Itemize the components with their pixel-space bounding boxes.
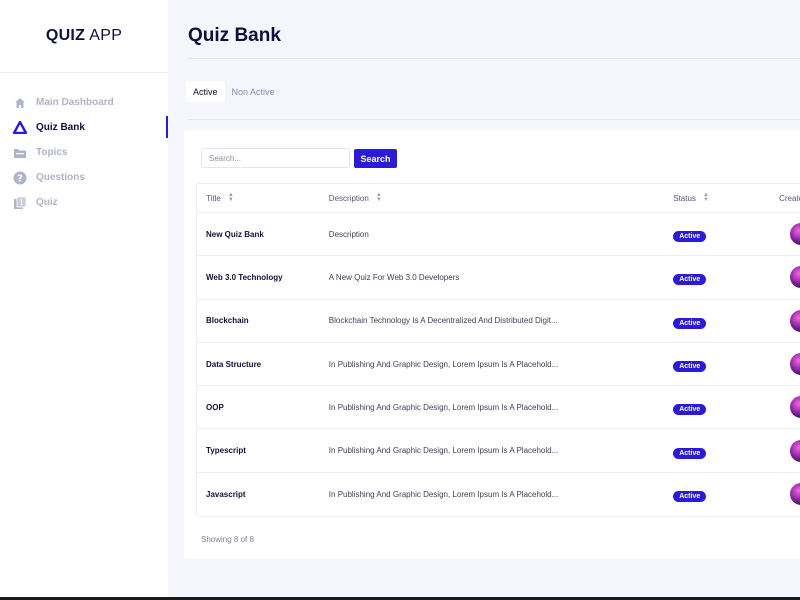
status-badge: Active	[673, 404, 707, 416]
table-row[interactable]: Web 3.0 Technology A New Quiz For Web 3.…	[197, 256, 800, 300]
status-tabs: Active Non Active	[186, 81, 282, 102]
divider	[188, 119, 800, 120]
avatar[interactable]	[790, 353, 800, 376]
logo-rest: APP	[89, 27, 123, 44]
main-content: Quiz Bank Active Non Active Search Title…	[169, 0, 800, 597]
svg-text:?: ?	[17, 173, 23, 184]
header-created[interactable]: Created By	[779, 194, 800, 203]
header-description[interactable]: Description ▲ ▼	[328, 192, 673, 203]
quiz-table: Title ▲▼ Description ▲▼ Status ▲▼ Create…	[196, 183, 800, 518]
row-description: Description	[328, 229, 369, 239]
sidebar: QUIZ APP Main Dashboard Quiz Bank Topics…	[0, 0, 168, 597]
row-title: OOP	[206, 402, 224, 412]
row-title: Data Structure	[206, 359, 262, 369]
svg-text:!: !	[20, 198, 24, 207]
row-description: In Publishing And Graphic Design, Lorem …	[328, 489, 559, 499]
sidebar-item-label: Quiz	[36, 197, 58, 208]
search-button[interactable]: Search	[354, 149, 397, 168]
row-title: Web 3.0 Technology	[206, 272, 283, 282]
table-row[interactable]: Data Structure In Publishing And Graphic…	[197, 343, 800, 387]
sidebar-item-label: Topics	[36, 147, 68, 158]
quiz-icon: !	[12, 195, 28, 211]
row-description: In Publishing And Graphic Design, Lorem …	[328, 446, 559, 456]
status-badge: Active	[673, 491, 707, 503]
header-title[interactable]: Title ▲ ▼	[197, 192, 329, 203]
tab-active[interactable]: Active	[186, 81, 225, 102]
row-title: New Quiz Bank	[206, 229, 264, 239]
header-title-label: Title	[206, 193, 221, 203]
sidebar-item-quiz-bank[interactable]: Quiz Bank	[0, 115, 168, 140]
sort-icon[interactable]: ▲ ▼	[703, 192, 709, 203]
row-title: Javascript	[206, 489, 246, 499]
question-icon: ?	[12, 170, 28, 186]
sidebar-item-label: Questions	[36, 172, 85, 183]
page-title: Quiz Bank	[188, 25, 281, 46]
row-description: A New Quiz For Web 3.0 Developers	[328, 272, 460, 282]
sidebar-item-questions[interactable]: ? Questions	[0, 165, 168, 190]
sort-icon[interactable]: ▲ ▼	[228, 192, 234, 203]
status-badge: Active	[673, 447, 707, 459]
status-badge: Active	[673, 274, 707, 286]
row-title: Blockchain	[206, 316, 249, 326]
avatar[interactable]	[790, 439, 800, 462]
header-description-label: Description	[328, 193, 369, 203]
row-title: Typescript	[206, 446, 246, 456]
sidebar-item-topics[interactable]: Topics	[0, 140, 168, 165]
bank-icon	[12, 120, 28, 136]
status-badge: Active	[673, 231, 707, 243]
table-row[interactable]: New Quiz Bank Description Active	[197, 213, 800, 257]
avatar[interactable]	[790, 396, 800, 419]
avatar[interactable]	[790, 223, 800, 246]
row-description: In Publishing And Graphic Design, Lorem …	[328, 402, 559, 412]
table-row[interactable]: Blockchain Blockchain Technology Is A De…	[197, 300, 800, 343]
home-icon	[12, 95, 28, 111]
sort-icon[interactable]: ▲ ▼	[376, 192, 382, 203]
row-description: Blockchain Technology Is A Decentralized…	[328, 316, 558, 326]
divider	[188, 58, 800, 59]
avatar[interactable]	[790, 309, 800, 332]
sidebar-item-main-dashboard[interactable]: Main Dashboard	[0, 90, 168, 115]
status-badge: Active	[673, 361, 707, 373]
table-row[interactable]: OOP In Publishing And Graphic Design, Lo…	[197, 386, 800, 430]
pagination-info: Showing 8 of 8	[201, 535, 254, 544]
avatar[interactable]	[790, 266, 800, 289]
sidebar-item-label: Quiz Bank	[36, 122, 85, 133]
status-badge: Active	[673, 317, 707, 329]
table-header: Title ▲▼ Description ▲▼ Status ▲▼ Create…	[197, 184, 800, 213]
sidebar-item-quiz[interactable]: ! Quiz	[0, 190, 168, 215]
avatar[interactable]	[790, 483, 800, 506]
search-input[interactable]	[201, 148, 350, 168]
quiz-bank-card: Search Title ▲▼ Description ▲▼ Status ▲▼…	[184, 130, 800, 559]
header-status-label: Status	[673, 193, 696, 203]
row-description: In Publishing And Graphic Design, Lorem …	[328, 359, 559, 369]
table-row[interactable]: Typescript In Publishing And Graphic Des…	[197, 429, 800, 473]
header-created-label: Created By	[779, 193, 800, 203]
sidebar-nav: Main Dashboard Quiz Bank Topics ? Questi…	[0, 73, 168, 215]
app-logo[interactable]: QUIZ APP	[0, 0, 168, 73]
sidebar-item-label: Main Dashboard	[36, 97, 114, 108]
tab-non-active[interactable]: Non Active	[225, 81, 282, 102]
logo-bold: QUIZ	[45, 27, 86, 44]
table-row[interactable]: Javascript In Publishing And Graphic Des…	[197, 473, 800, 516]
folder-icon	[12, 145, 28, 161]
header-status[interactable]: Status ▲ ▼	[673, 192, 779, 203]
